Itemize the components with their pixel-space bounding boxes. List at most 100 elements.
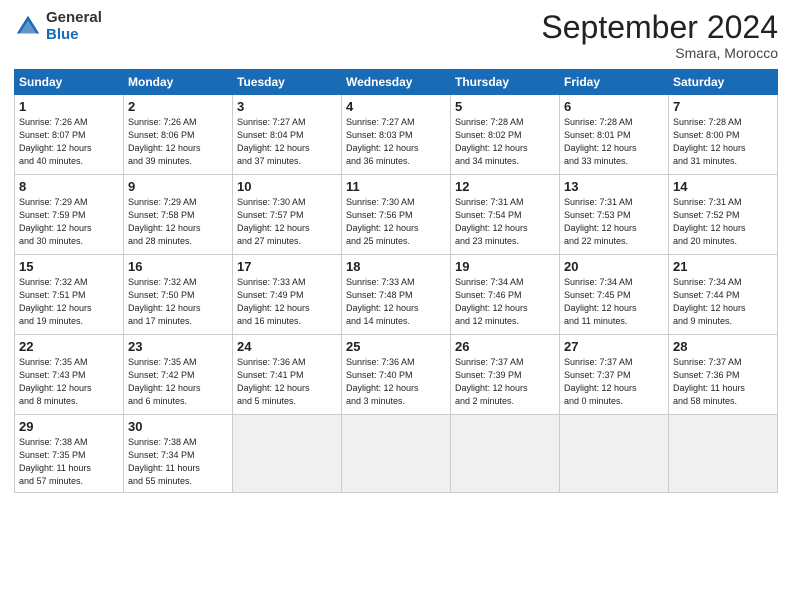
- calendar-week-row: 29Sunrise: 7:38 AM Sunset: 7:35 PM Dayli…: [15, 415, 778, 493]
- day-number: 16: [128, 259, 228, 274]
- logo-icon: [14, 13, 42, 41]
- day-number: 18: [346, 259, 446, 274]
- calendar-cell: 22 Sunrise: 7:35 AM Sunset: 7:43 PM Dayli…: [15, 335, 124, 415]
- calendar-cell: [451, 415, 560, 493]
- day-detail: Sunrise: 7:34 AM Sunset: 7:44 PM Dayligh…: [673, 276, 773, 328]
- weekday-header: Tuesday: [233, 70, 342, 95]
- day-number: 1: [19, 99, 119, 114]
- month-title: September 2024: [541, 10, 778, 45]
- day-number: 26: [455, 339, 555, 354]
- day-detail: Sunrise: 7:36 AM Sunset: 7:40 PM Dayligh…: [346, 356, 446, 408]
- calendar-cell: 6 Sunrise: 7:28 AM Sunset: 8:01 PM Daylig…: [560, 95, 669, 175]
- calendar-cell: 18Sunrise: 7:33 AM Sunset: 7:48 PM Dayli…: [342, 255, 451, 335]
- day-detail: Sunrise: 7:29 AM Sunset: 7:59 PM Dayligh…: [19, 196, 119, 248]
- day-number: 21: [673, 259, 773, 274]
- day-detail: Sunrise: 7:27 AM Sunset: 8:04 PM Dayligh…: [237, 116, 337, 168]
- day-detail: Sunrise: 7:29 AM Sunset: 7:58 PM Dayligh…: [128, 196, 228, 248]
- calendar-cell: 4 Sunrise: 7:27 AM Sunset: 8:03 PM Daylig…: [342, 95, 451, 175]
- calendar-cell: 12 Sunrise: 7:31 AM Sunset: 7:54 PM Dayli…: [451, 175, 560, 255]
- calendar-cell: 13 Sunrise: 7:31 AM Sunset: 7:53 PM Dayli…: [560, 175, 669, 255]
- day-number: 6: [564, 99, 664, 114]
- calendar-header-row: SundayMondayTuesdayWednesdayThursdayFrid…: [15, 70, 778, 95]
- day-detail: Sunrise: 7:32 AM Sunset: 7:51 PM Dayligh…: [19, 276, 119, 328]
- weekday-header: Saturday: [669, 70, 778, 95]
- calendar-cell: [669, 415, 778, 493]
- day-number: 7: [673, 99, 773, 114]
- day-detail: Sunrise: 7:33 AM Sunset: 7:49 PM Dayligh…: [237, 276, 337, 328]
- calendar-table: SundayMondayTuesdayWednesdayThursdayFrid…: [14, 69, 778, 493]
- calendar-cell: 28 Sunrise: 7:37 AM Sunset: 7:36 PM Dayli…: [669, 335, 778, 415]
- day-detail: Sunrise: 7:30 AM Sunset: 7:57 PM Dayligh…: [237, 196, 337, 248]
- logo-text: General Blue: [46, 10, 102, 43]
- title-block: September 2024 Smara, Morocco: [541, 10, 778, 61]
- calendar-cell: 14Sunrise: 7:31 AM Sunset: 7:52 PM Dayli…: [669, 175, 778, 255]
- day-detail: Sunrise: 7:31 AM Sunset: 7:53 PM Dayligh…: [564, 196, 664, 248]
- day-detail: Sunrise: 7:36 AM Sunset: 7:41 PM Dayligh…: [237, 356, 337, 408]
- day-number: 15: [19, 259, 119, 274]
- day-number: 28: [673, 339, 773, 354]
- day-number: 11: [346, 179, 446, 194]
- day-detail: Sunrise: 7:27 AM Sunset: 8:03 PM Dayligh…: [346, 116, 446, 168]
- calendar-cell: 21 Sunrise: 7:34 AM Sunset: 7:44 PM Dayli…: [669, 255, 778, 335]
- calendar-cell: 23 Sunrise: 7:35 AM Sunset: 7:42 PM Dayli…: [124, 335, 233, 415]
- calendar-cell: [342, 415, 451, 493]
- day-detail: Sunrise: 7:28 AM Sunset: 8:00 PM Dayligh…: [673, 116, 773, 168]
- day-number: 17: [237, 259, 337, 274]
- weekday-header: Monday: [124, 70, 233, 95]
- day-number: 3: [237, 99, 337, 114]
- calendar-cell: 27Sunrise: 7:37 AM Sunset: 7:37 PM Dayli…: [560, 335, 669, 415]
- day-detail: Sunrise: 7:28 AM Sunset: 8:02 PM Dayligh…: [455, 116, 555, 168]
- day-number: 22: [19, 339, 119, 354]
- calendar-cell: [233, 415, 342, 493]
- calendar-cell: 26 Sunrise: 7:37 AM Sunset: 7:39 PM Dayli…: [451, 335, 560, 415]
- day-detail: Sunrise: 7:26 AM Sunset: 8:07 PM Dayligh…: [19, 116, 119, 168]
- day-detail: Sunrise: 7:37 AM Sunset: 7:36 PM Dayligh…: [673, 356, 773, 408]
- day-number: 24: [237, 339, 337, 354]
- calendar-cell: 29Sunrise: 7:38 AM Sunset: 7:35 PM Dayli…: [15, 415, 124, 493]
- day-number: 30: [128, 419, 228, 434]
- calendar-week-row: 22 Sunrise: 7:35 AM Sunset: 7:43 PM Dayli…: [15, 335, 778, 415]
- calendar-cell: 9Sunrise: 7:29 AM Sunset: 7:58 PM Daylig…: [124, 175, 233, 255]
- day-detail: Sunrise: 7:34 AM Sunset: 7:45 PM Dayligh…: [564, 276, 664, 328]
- calendar-cell: 5Sunrise: 7:28 AM Sunset: 8:02 PM Daylig…: [451, 95, 560, 175]
- calendar-cell: 25Sunrise: 7:36 AM Sunset: 7:40 PM Dayli…: [342, 335, 451, 415]
- day-detail: Sunrise: 7:31 AM Sunset: 7:54 PM Dayligh…: [455, 196, 555, 248]
- day-detail: Sunrise: 7:35 AM Sunset: 7:43 PM Dayligh…: [19, 356, 119, 408]
- calendar-cell: 24 Sunrise: 7:36 AM Sunset: 7:41 PM Dayli…: [233, 335, 342, 415]
- day-detail: Sunrise: 7:30 AM Sunset: 7:56 PM Dayligh…: [346, 196, 446, 248]
- day-number: 20: [564, 259, 664, 274]
- day-number: 12: [455, 179, 555, 194]
- day-detail: Sunrise: 7:34 AM Sunset: 7:46 PM Dayligh…: [455, 276, 555, 328]
- calendar-cell: 7 Sunrise: 7:28 AM Sunset: 8:00 PM Daylig…: [669, 95, 778, 175]
- calendar-cell: 15 Sunrise: 7:32 AM Sunset: 7:51 PM Dayli…: [15, 255, 124, 335]
- calendar-cell: 11 Sunrise: 7:30 AM Sunset: 7:56 PM Dayli…: [342, 175, 451, 255]
- logo-general: General: [46, 10, 102, 27]
- header: General Blue September 2024 Smara, Moroc…: [14, 10, 778, 61]
- weekday-header: Wednesday: [342, 70, 451, 95]
- weekday-header: Friday: [560, 70, 669, 95]
- calendar-week-row: 15 Sunrise: 7:32 AM Sunset: 7:51 PM Dayli…: [15, 255, 778, 335]
- day-number: 23: [128, 339, 228, 354]
- day-detail: Sunrise: 7:38 AM Sunset: 7:34 PM Dayligh…: [128, 436, 228, 488]
- day-detail: Sunrise: 7:26 AM Sunset: 8:06 PM Dayligh…: [128, 116, 228, 168]
- calendar-week-row: 1 Sunrise: 7:26 AM Sunset: 8:07 PM Daylig…: [15, 95, 778, 175]
- day-number: 14: [673, 179, 773, 194]
- day-number: 8: [19, 179, 119, 194]
- day-detail: Sunrise: 7:28 AM Sunset: 8:01 PM Dayligh…: [564, 116, 664, 168]
- calendar-cell: 10Sunrise: 7:30 AM Sunset: 7:57 PM Dayli…: [233, 175, 342, 255]
- location: Smara, Morocco: [541, 45, 778, 61]
- day-number: 4: [346, 99, 446, 114]
- day-number: 19: [455, 259, 555, 274]
- calendar-cell: 20 Sunrise: 7:34 AM Sunset: 7:45 PM Dayli…: [560, 255, 669, 335]
- calendar-cell: 3 Sunrise: 7:27 AM Sunset: 8:04 PM Daylig…: [233, 95, 342, 175]
- weekday-header: Sunday: [15, 70, 124, 95]
- calendar-cell: [560, 415, 669, 493]
- day-detail: Sunrise: 7:35 AM Sunset: 7:42 PM Dayligh…: [128, 356, 228, 408]
- day-number: 27: [564, 339, 664, 354]
- weekday-header: Thursday: [451, 70, 560, 95]
- calendar-cell: 30 Sunrise: 7:38 AM Sunset: 7:34 PM Dayli…: [124, 415, 233, 493]
- day-number: 29: [19, 419, 119, 434]
- calendar-cell: 16Sunrise: 7:32 AM Sunset: 7:50 PM Dayli…: [124, 255, 233, 335]
- day-number: 13: [564, 179, 664, 194]
- day-detail: Sunrise: 7:37 AM Sunset: 7:39 PM Dayligh…: [455, 356, 555, 408]
